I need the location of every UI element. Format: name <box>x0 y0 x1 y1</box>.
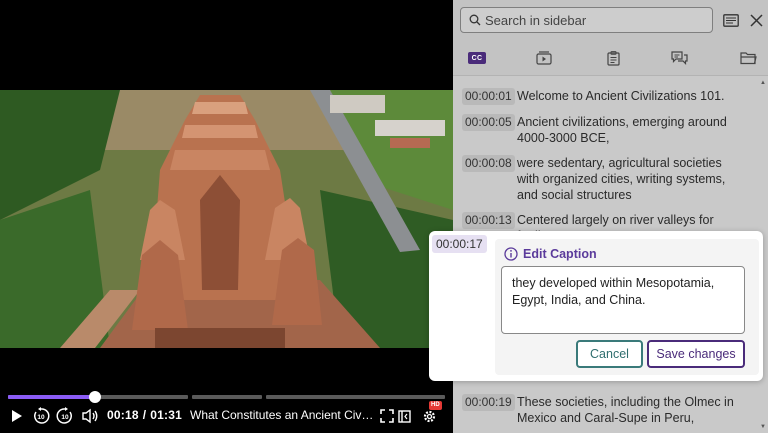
current-time: 00:18 <box>107 408 139 422</box>
skip-back-button[interactable]: 10 <box>31 405 51 427</box>
close-icon <box>749 13 763 27</box>
fullscreen-icon <box>380 409 394 423</box>
time-separator: / <box>142 408 147 422</box>
sidebar-header: CC <box>453 0 768 76</box>
video-player[interactable]: 10 10 00:18/01:31 What Constitutes an An… <box>0 0 453 433</box>
scroll-down-icon[interactable]: ▼ <box>760 424 766 430</box>
volume-button[interactable] <box>80 405 100 427</box>
skip-forward-icon: 10 <box>56 407 72 424</box>
caption-timestamp[interactable]: 00:00:13 <box>462 212 515 229</box>
folder-icon <box>739 52 757 65</box>
cancel-button[interactable]: Cancel <box>576 340 643 368</box>
transcript-icon <box>723 13 739 27</box>
scroll-up-icon[interactable]: ▲ <box>760 80 766 86</box>
player-controls: 10 10 00:18/01:31 What Constitutes an An… <box>0 388 453 433</box>
edit-caption-title: Edit Caption <box>523 247 597 261</box>
time-display: 00:18/01:31 <box>107 408 182 422</box>
edit-caption-popup: 00:00:17 Edit Caption they developed wit… <box>429 231 763 381</box>
volume-icon <box>82 408 98 424</box>
progress-segment <box>192 395 262 399</box>
search-icon <box>469 14 481 26</box>
transcript-view-button[interactable] <box>721 12 741 28</box>
skip-back-icon: 10 <box>34 407 50 424</box>
search-box[interactable] <box>460 7 713 33</box>
control-row: 10 10 00:18/01:31 What Constitutes an An… <box>0 401 453 427</box>
tab-notes[interactable] <box>601 49 625 67</box>
sidebar-toggle-button[interactable] <box>396 405 412 427</box>
chat-icon <box>670 50 688 65</box>
save-changes-button[interactable]: Save changes <box>647 340 745 368</box>
play-button[interactable] <box>9 405 25 427</box>
caption-timestamp[interactable]: 00:00:05 <box>462 114 515 131</box>
caption-timestamp[interactable]: 00:00:01 <box>462 88 515 105</box>
notes-icon <box>606 50 620 66</box>
hd-badge: HD <box>429 401 442 410</box>
progress-segment <box>266 395 445 399</box>
tab-captions[interactable]: CC <box>465 49 489 67</box>
close-button[interactable] <box>747 11 765 29</box>
skip-forward-button[interactable]: 10 <box>55 405 75 427</box>
edit-caption-header: Edit Caption <box>504 247 597 261</box>
collapse-panel-icon <box>397 409 411 423</box>
playlist-icon <box>536 51 552 65</box>
skip-forward-label: 10 <box>61 414 69 421</box>
caption-text-field[interactable]: they developed within Mesopotamia, Egypt… <box>501 266 745 334</box>
caption-text: Welcome to Ancient Civilizations 101. <box>517 89 725 103</box>
duration: 01:31 <box>150 408 182 422</box>
gear-icon <box>423 410 435 422</box>
progress-played <box>8 395 95 399</box>
caption-text: were sedentary, agricultural societies w… <box>517 156 726 202</box>
edit-caption-timestamp[interactable]: 00:00:17 <box>432 235 487 253</box>
caption-text: Ancient civilizations, emerging around 4… <box>517 115 727 145</box>
edit-caption-card: Edit Caption they developed within Mesop… <box>495 239 759 375</box>
play-icon <box>12 410 22 422</box>
caption-timestamp[interactable]: 00:00:08 <box>462 155 515 172</box>
cc-icon: CC <box>468 52 486 64</box>
info-icon <box>504 247 518 261</box>
caption-timestamp[interactable]: 00:00:19 <box>462 394 515 411</box>
skip-back-label: 10 <box>37 414 45 421</box>
tab-playlist[interactable] <box>532 49 556 67</box>
tab-chat[interactable] <box>667 49 691 67</box>
temple-scene-image <box>0 90 453 348</box>
progress-thumb[interactable] <box>89 391 101 403</box>
fullscreen-button[interactable] <box>378 405 396 427</box>
tab-files[interactable] <box>736 49 760 67</box>
progress-bar[interactable] <box>8 391 445 403</box>
video-title: What Constitutes an Ancient Civilization… <box>190 408 375 422</box>
caption-text: These societies, including the Olmec in … <box>517 395 734 425</box>
video-frame[interactable] <box>0 90 453 348</box>
search-input[interactable] <box>485 12 705 28</box>
settings-button[interactable]: HD <box>420 401 442 427</box>
